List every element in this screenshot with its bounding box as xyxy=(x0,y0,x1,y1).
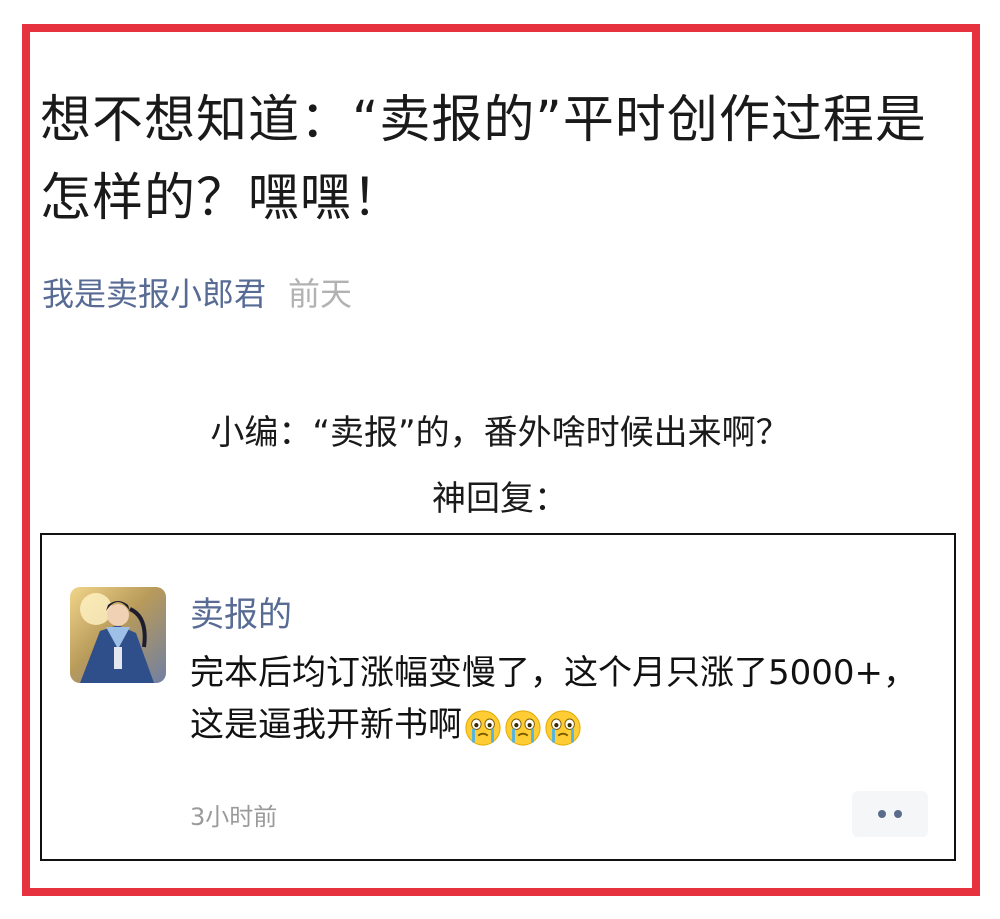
article-title: 想不想知道：“卖报的”平时创作过程是怎样的？嘿嘿！ xyxy=(40,91,927,228)
author-link[interactable]: 我是卖报小郎君 xyxy=(42,275,266,313)
article-meta: 我是卖报小郎君 前天 xyxy=(42,272,352,316)
crying-face-icon xyxy=(465,710,501,746)
crying-face-icon xyxy=(545,710,581,746)
post-time: 前天 xyxy=(288,275,353,313)
avatar[interactable] xyxy=(70,587,166,683)
editor-question: 小编：“卖报”的，番外啥时候出来啊？ xyxy=(210,413,790,453)
comment-time: 3小时前 xyxy=(190,803,278,831)
comment-card: 卖报的 完本后均订涨幅变慢了，这个月只涨了5000+，这是逼我开新书啊 3小时前 xyxy=(40,533,956,861)
commenter-name[interactable]: 卖报的 xyxy=(190,593,292,637)
reply-label: 神回复： xyxy=(432,479,568,519)
more-dots-icon xyxy=(878,810,886,818)
more-button[interactable] xyxy=(852,791,928,837)
emoji-row xyxy=(464,701,584,753)
more-dots-icon xyxy=(894,810,902,818)
crying-face-icon xyxy=(505,710,541,746)
comment-body: 完本后均订涨幅变慢了，这个月只涨了5000+，这是逼我开新书啊 xyxy=(190,647,930,753)
avatar-image xyxy=(70,587,166,683)
